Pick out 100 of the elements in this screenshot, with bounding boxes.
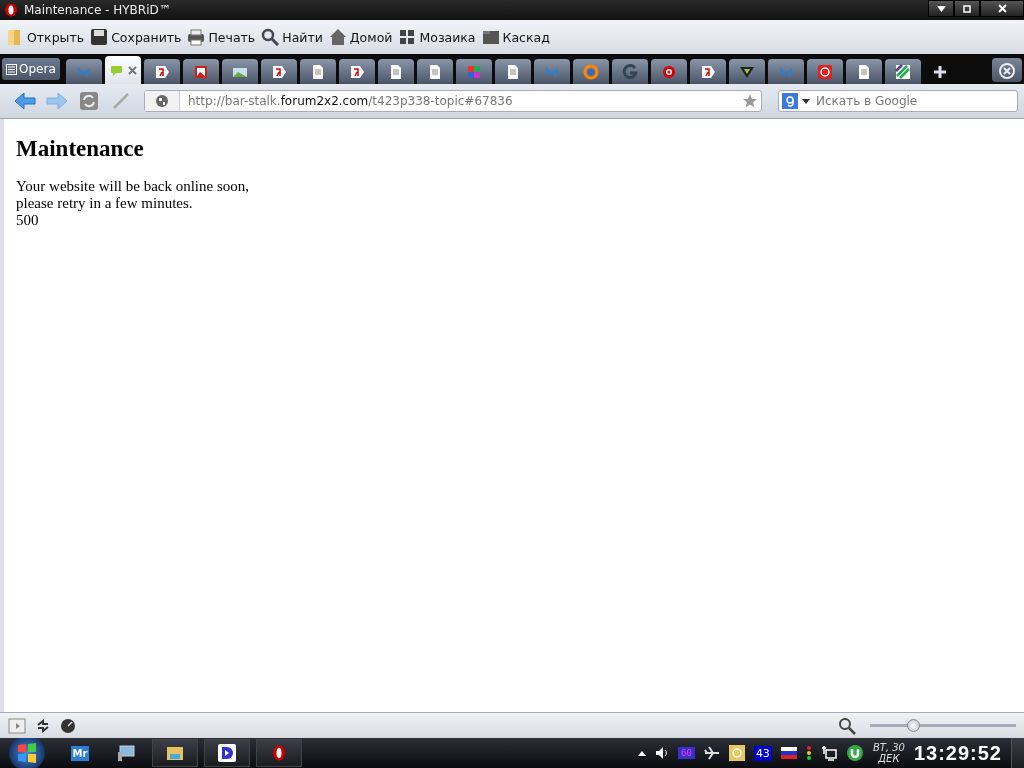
browser-tab[interactable] bbox=[221, 59, 258, 84]
letter-icon bbox=[270, 63, 287, 80]
turbo-button[interactable] bbox=[60, 717, 76, 734]
circle-x-icon bbox=[997, 60, 1017, 80]
reload-icon bbox=[79, 91, 99, 111]
tiles-icon bbox=[398, 28, 417, 46]
clock: 13:29:52 bbox=[913, 741, 1002, 765]
home-icon bbox=[328, 28, 347, 46]
taskbar-app[interactable] bbox=[204, 739, 250, 767]
window-title: Maintenance - HYBRiD™ bbox=[24, 3, 171, 17]
plus-icon bbox=[932, 64, 947, 79]
browser-tab[interactable] bbox=[533, 59, 570, 84]
browser-tab[interactable] bbox=[182, 59, 219, 84]
browser-tab[interactable] bbox=[299, 59, 336, 84]
browser-tab[interactable] bbox=[650, 59, 687, 84]
traffic-light-icon[interactable] bbox=[805, 745, 812, 761]
target-icon bbox=[660, 63, 677, 80]
taskbar-app[interactable] bbox=[152, 739, 198, 767]
speaker-icon[interactable] bbox=[655, 746, 670, 760]
toolbar-button[interactable]: Открыть bbox=[6, 28, 85, 46]
letter-icon bbox=[218, 744, 236, 762]
toolbar-button[interactable]: Мозаика bbox=[398, 28, 476, 46]
browser-tab[interactable] bbox=[728, 59, 765, 84]
cascade-icon bbox=[481, 28, 500, 46]
network-icon[interactable] bbox=[820, 745, 837, 761]
search-field[interactable]: Искать в Google bbox=[778, 90, 1018, 112]
panel-toggle-button[interactable] bbox=[8, 717, 26, 734]
maintenance-message: Your website will be back online soon, please retry in a few minutes. bbox=[16, 178, 251, 212]
url-text: http://bar-stalk.forum2x2.com/t423p338-topic#67836 bbox=[187, 94, 513, 108]
browser-tab[interactable] bbox=[572, 59, 609, 84]
toolbar-button[interactable]: Сохранить bbox=[90, 28, 182, 46]
left-arrow-icon bbox=[14, 92, 36, 110]
monitor-icon bbox=[117, 744, 135, 762]
squares-icon bbox=[465, 63, 482, 80]
windows-logo-icon bbox=[16, 742, 38, 764]
address-field[interactable]: http://bar-stalk.forum2x2.com/t423p338-topic#67836 bbox=[144, 90, 762, 112]
browser-tab[interactable] bbox=[806, 59, 843, 84]
right-arrow-icon bbox=[46, 92, 68, 110]
arrows-icon bbox=[36, 718, 50, 733]
minimize-button[interactable] bbox=[928, 0, 954, 17]
star-icon[interactable] bbox=[742, 93, 758, 109]
browser-tab[interactable] bbox=[416, 59, 453, 84]
mail-icon[interactable] bbox=[728, 745, 745, 761]
globe-icon bbox=[155, 94, 169, 108]
zoom-icon bbox=[838, 716, 856, 735]
taskbar-app[interactable] bbox=[256, 739, 302, 767]
browser-icon bbox=[270, 744, 288, 762]
flag-icon[interactable] bbox=[780, 747, 797, 759]
browser-tab[interactable] bbox=[845, 59, 882, 84]
ring-icon bbox=[582, 63, 599, 80]
browser-tab[interactable] bbox=[260, 59, 297, 84]
search-icon bbox=[261, 28, 280, 46]
printer-icon bbox=[187, 28, 206, 46]
browser-tab[interactable] bbox=[611, 59, 648, 84]
toolbar-button[interactable]: Печать bbox=[187, 28, 256, 46]
browser-tab[interactable] bbox=[104, 56, 141, 84]
folder-icon bbox=[166, 744, 184, 762]
search-input[interactable]: Искать в Google bbox=[814, 93, 1017, 109]
square-icon bbox=[962, 4, 972, 13]
restore-button[interactable] bbox=[954, 0, 980, 17]
letter-icon bbox=[153, 63, 170, 80]
close-icon bbox=[997, 4, 1007, 13]
stripes-icon bbox=[894, 63, 911, 80]
browser-tab[interactable] bbox=[143, 59, 180, 84]
close-icon[interactable] bbox=[127, 65, 137, 75]
letter-icon bbox=[348, 63, 365, 80]
browser-tab[interactable] bbox=[767, 59, 804, 84]
browser-tab[interactable] bbox=[377, 59, 414, 84]
browser-tab[interactable] bbox=[689, 59, 726, 84]
back-button[interactable] bbox=[12, 89, 38, 113]
toolbar-button[interactable]: Каскад bbox=[481, 28, 550, 46]
browser-tab[interactable] bbox=[494, 59, 531, 84]
play-icon bbox=[8, 717, 26, 734]
toolbar-button[interactable]: Найти bbox=[261, 28, 323, 46]
toolbar-button[interactable]: Домой bbox=[328, 28, 393, 46]
slider-thumb[interactable] bbox=[907, 719, 921, 732]
browser-menu-button[interactable]: Opera bbox=[2, 58, 60, 80]
tray-expand-icon[interactable] bbox=[638, 750, 647, 756]
browser-tab[interactable] bbox=[884, 59, 921, 84]
letter-icon bbox=[699, 63, 716, 80]
torrent-icon[interactable] bbox=[845, 744, 864, 762]
browser-tab[interactable] bbox=[455, 59, 492, 84]
browser-tab[interactable] bbox=[338, 59, 375, 84]
browser-tab[interactable] bbox=[65, 59, 102, 84]
dropdown-icon[interactable] bbox=[802, 98, 810, 104]
caret-icon bbox=[936, 5, 946, 12]
count-badge[interactable]: 43 bbox=[753, 745, 772, 761]
sync-button[interactable] bbox=[36, 718, 50, 733]
picture-icon bbox=[192, 63, 209, 80]
gauge-icon bbox=[60, 717, 76, 734]
taskbar-app[interactable]: Mr bbox=[60, 739, 100, 767]
page-heading: Maintenance bbox=[16, 136, 145, 162]
letter-g-icon bbox=[782, 93, 798, 109]
close-button[interactable] bbox=[980, 0, 1024, 17]
menu-icon bbox=[6, 63, 17, 75]
date-month: ДЕК bbox=[878, 753, 900, 764]
date-weekday: ВТ, 30 bbox=[872, 742, 905, 753]
browser-logo-icon bbox=[4, 3, 18, 17]
closed-tabs-button[interactable] bbox=[992, 58, 1022, 82]
airplane-icon[interactable] bbox=[703, 746, 720, 760]
